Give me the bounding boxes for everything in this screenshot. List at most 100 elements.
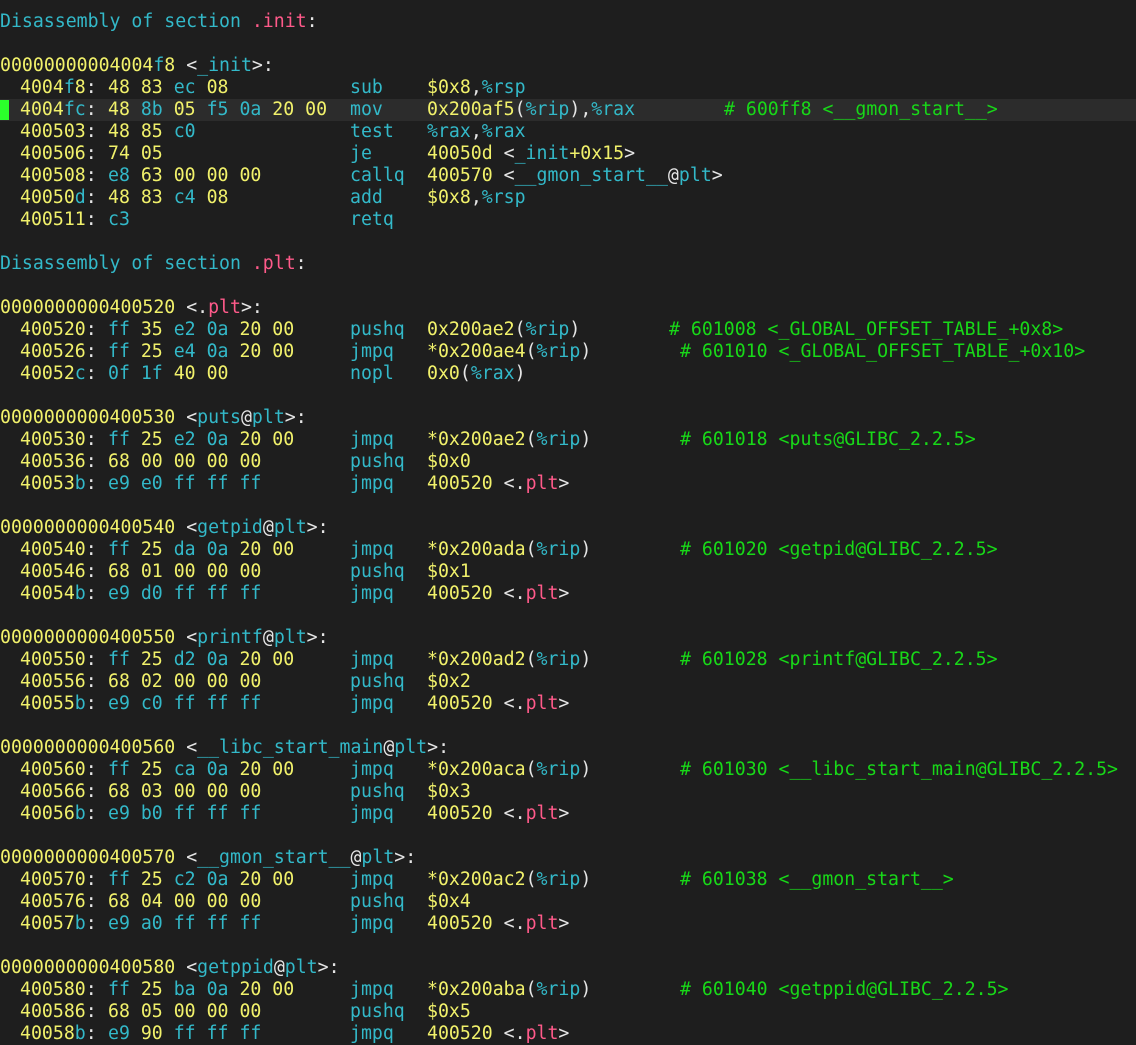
- instruction-bytes: 68 01 00 00 00: [108, 561, 262, 582]
- instruction-address: 400530:: [20, 429, 97, 450]
- instruction-operands: $0x8,%rsp: [427, 77, 526, 98]
- function-label[interactable]: 0000000000400570 <__gmon_start__@plt>:: [0, 847, 416, 869]
- instruction-address: 40057b:: [20, 913, 97, 934]
- function-label[interactable]: 0000000000400530 <puts@plt>:: [0, 407, 307, 429]
- instruction-bytes: ff 25 c2 0a 20 00: [108, 869, 295, 890]
- instruction-operands: *0x200ac2(%rip): [427, 869, 592, 890]
- instruction-mnemonic: test: [350, 121, 394, 142]
- section-header: Disassembly of section .plt:: [0, 253, 307, 274]
- function-label[interactable]: 0000000000400520 <.plt>:: [0, 297, 263, 319]
- terminal-disassembly-view[interactable]: Disassembly of section .init: 00000000004…: [0, 0, 1136, 1044]
- instruction-mnemonic: pushq: [350, 781, 405, 802]
- instruction-bytes: e9 b0 ff ff ff: [108, 803, 262, 824]
- instruction-mnemonic: pushq: [350, 671, 405, 692]
- cursor-marker: [0, 100, 9, 120]
- instruction-bytes: c3: [108, 209, 130, 230]
- instruction-address: 400526:: [20, 341, 97, 362]
- instruction-mnemonic: callq: [350, 165, 405, 186]
- instruction-operands: 400570 <__gmon_start__@plt>: [427, 165, 723, 186]
- instruction-address: 400508:: [20, 165, 97, 186]
- instruction-mnemonic: jmpq: [350, 913, 394, 934]
- instruction-bytes: 0f 1f 40 00: [108, 363, 229, 384]
- instruction-operands: 400520 <.plt>: [427, 913, 570, 934]
- instruction-bytes: e9 c0 ff ff ff: [108, 693, 262, 714]
- instruction-bytes: 48 83 ec 08: [108, 77, 229, 98]
- instruction-bytes: 68 04 00 00 00: [108, 891, 262, 912]
- instruction-bytes: 68 02 00 00 00: [108, 671, 262, 692]
- instruction-bytes: 48 85 c0: [108, 121, 196, 142]
- instruction-operands: $0x1: [427, 561, 471, 582]
- instruction-mnemonic: retq: [350, 209, 394, 230]
- function-label[interactable]: 0000000000400580 <getppid@plt>:: [0, 957, 340, 979]
- section-header: Disassembly of section .init:: [0, 11, 318, 32]
- instruction-operands: 400520 <.plt>: [427, 583, 570, 604]
- instruction-bytes: ff 25 e4 0a 20 00: [108, 341, 295, 362]
- instruction-bytes: e9 d0 ff ff ff: [108, 583, 262, 604]
- instruction-bytes: ff 25 d2 0a 20 00: [108, 649, 295, 670]
- instruction-address: 400576:: [20, 891, 97, 912]
- instruction-operands: $0x4: [427, 891, 471, 912]
- instruction-address: 400586:: [20, 1001, 97, 1022]
- instruction-operands: *0x200ae4(%rip): [427, 341, 592, 362]
- instruction-operands: 400520 <.plt>: [427, 473, 570, 494]
- instruction-address: 400536:: [20, 451, 97, 472]
- instruction-mnemonic: pushq: [350, 451, 405, 472]
- instruction-mnemonic: jmpq: [350, 979, 394, 1000]
- instruction-address: 400506:: [20, 143, 97, 164]
- function-label[interactable]: 0000000000400550 <printf@plt>:: [0, 627, 329, 649]
- instruction-address: 400546:: [20, 561, 97, 582]
- instruction-address: 400560:: [20, 759, 97, 780]
- instruction-comment: # 601038 <__gmon_start__>: [680, 869, 954, 890]
- instruction-operands: *0x200ada(%rip): [427, 539, 592, 560]
- instruction-address: 400503:: [20, 121, 97, 142]
- instruction-bytes: 68 00 00 00 00: [108, 451, 262, 472]
- instruction-operands: $0x3: [427, 781, 471, 802]
- instruction-operands: 400520 <.plt>: [427, 803, 570, 824]
- instruction-address: 40053b:: [20, 473, 97, 494]
- instruction-address: 40050d:: [20, 187, 97, 208]
- instruction-operands: %rax,%rax: [427, 121, 526, 142]
- instruction-bytes: 48 83 c4 08: [108, 187, 229, 208]
- instruction-address: 400556:: [20, 671, 97, 692]
- instruction-mnemonic: jmpq: [350, 1023, 394, 1044]
- instruction-operands: 400520 <.plt>: [427, 693, 570, 714]
- instruction-comment: # 601028 <printf@GLIBC_2.2.5>: [680, 649, 998, 670]
- instruction-mnemonic: jmpq: [350, 539, 394, 560]
- instruction-mnemonic: jmpq: [350, 869, 394, 890]
- instruction-address: 400520:: [20, 319, 97, 340]
- instruction-mnemonic: add: [350, 187, 383, 208]
- instruction-bytes: ff 25 ca 0a 20 00: [108, 759, 295, 780]
- instruction-operands: *0x200ae2(%rip): [427, 429, 592, 450]
- instruction-operands: 400520 <.plt>: [427, 1023, 570, 1044]
- instruction-bytes: 48 8b 05 f5 0a 20 00: [108, 99, 328, 120]
- instruction-bytes: e8 63 00 00 00: [108, 165, 262, 186]
- instruction-mnemonic: jmpq: [350, 803, 394, 824]
- instruction-bytes: ff 25 da 0a 20 00: [108, 539, 295, 560]
- instruction-bytes: e9 e0 ff ff ff: [108, 473, 262, 494]
- instruction-bytes: 68 03 00 00 00: [108, 781, 262, 802]
- instruction-mnemonic: jmpq: [350, 429, 394, 450]
- instruction-comment: # 600ff8 <__gmon_start__>: [724, 99, 998, 120]
- function-label[interactable]: 0000000000400540 <getpid@plt>:: [0, 517, 329, 539]
- instruction-mnemonic: jmpq: [350, 341, 394, 362]
- function-label[interactable]: 00000000004004f8 <_init>:: [0, 55, 274, 77]
- instruction-operands: *0x200aba(%rip): [427, 979, 592, 1000]
- instruction-comment: # 601018 <puts@GLIBC_2.2.5>: [680, 429, 976, 450]
- instruction-bytes: ff 35 e2 0a 20 00: [108, 319, 295, 340]
- instruction-comment: # 601030 <__libc_start_main@GLIBC_2.2.5>: [680, 759, 1118, 780]
- instruction-mnemonic: jmpq: [350, 473, 394, 494]
- instruction-bytes: 68 05 00 00 00: [108, 1001, 262, 1022]
- instruction-mnemonic: sub: [350, 77, 383, 98]
- instruction-operands: 40050d <_init+0x15>: [427, 143, 636, 164]
- instruction-mnemonic: jmpq: [350, 583, 394, 604]
- instruction-row[interactable]: 4004fc: 48 8b 05 f5 0a 20 00 mov 0x200af5(%…: [0, 99, 1136, 121]
- instruction-address: 400566:: [20, 781, 97, 802]
- instruction-operands: *0x200ad2(%rip): [427, 649, 592, 670]
- instruction-operands: 0x200ae2(%rip): [427, 319, 581, 340]
- instruction-operands: *0x200aca(%rip): [427, 759, 592, 780]
- instruction-mnemonic: nopl: [350, 363, 394, 384]
- instruction-address: 40055b:: [20, 693, 97, 714]
- function-label[interactable]: 0000000000400560 <__libc_start_main@plt>…: [0, 737, 449, 759]
- instruction-mnemonic: mov: [350, 99, 383, 120]
- instruction-bytes: e9 a0 ff ff ff: [108, 913, 262, 934]
